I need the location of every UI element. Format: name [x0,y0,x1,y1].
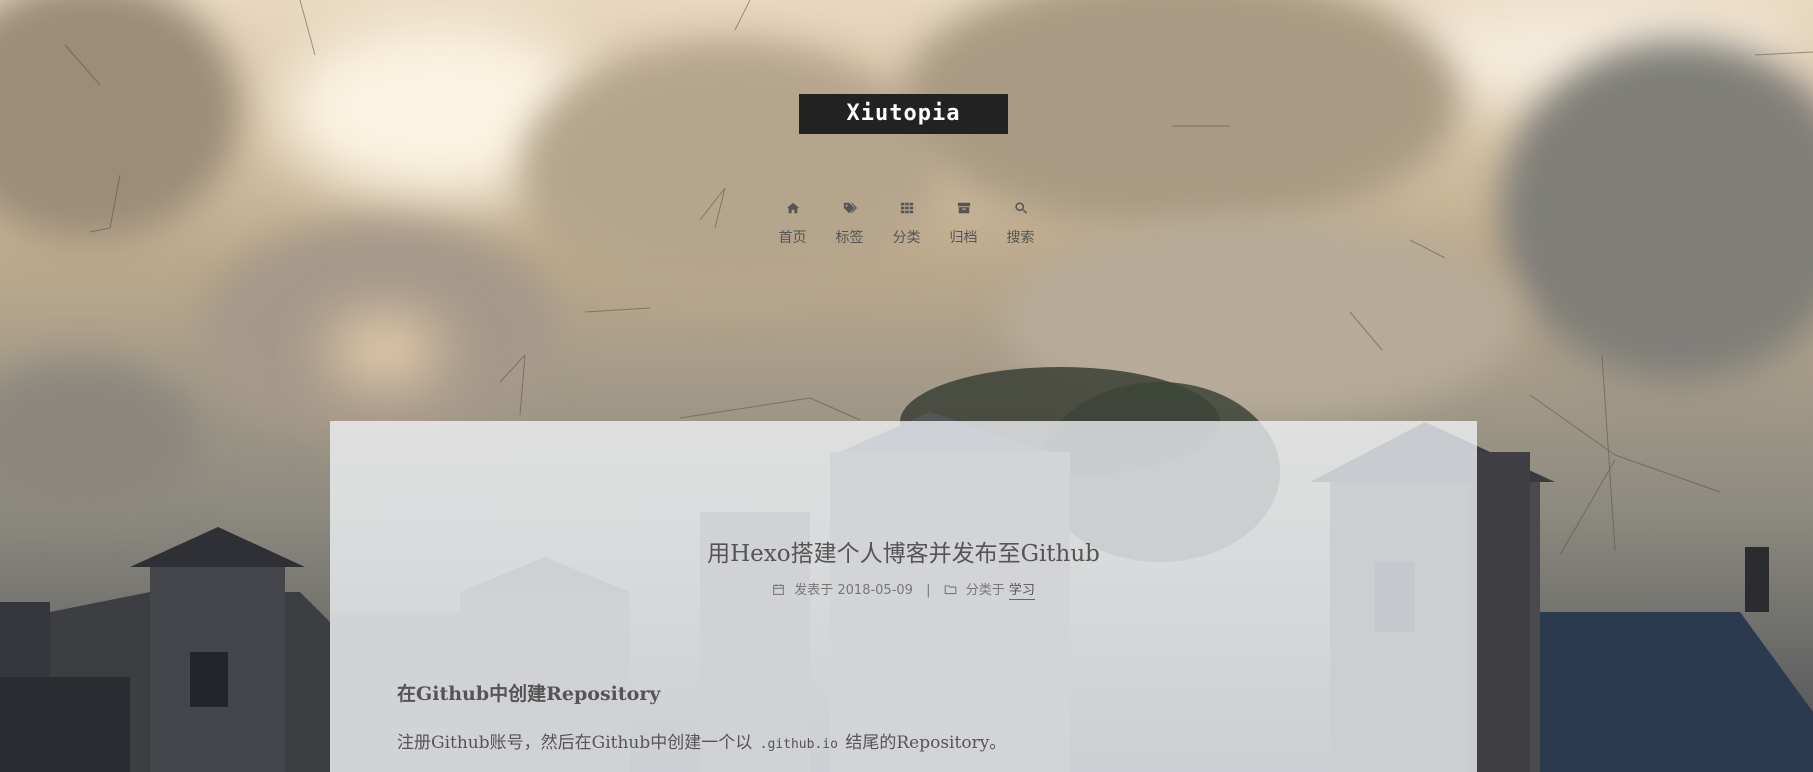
category-label: 分类于 [965,583,1005,598]
menu-item-label: 分类 [892,230,921,246]
menu-item-tags[interactable]: 标签 [821,201,878,247]
paragraph-text-after: 结尾的Repository。 [845,733,1007,753]
menu-item-label: 标签 [835,230,864,246]
menu-item-label: 搜索 [1006,230,1035,246]
site-title[interactable]: Xiutopia [799,94,1008,134]
category-link[interactable]: 学习 [1008,583,1035,600]
menu-item-search[interactable]: 搜索 [992,201,1049,247]
post-body: 在Github中创建Repository 注册Github账号，然后在Githu… [397,679,1397,753]
tags-icon [821,201,878,219]
inline-code: .github.io [759,737,838,752]
post-paragraph: 注册Github账号，然后在Github中创建一个以 .github.io 结尾… [397,728,1397,753]
paragraph-text-before: 注册Github账号，然后在Github中创建一个以 [397,733,753,753]
section-heading: 在Github中创建Repository [397,683,661,705]
search-icon [992,201,1049,219]
menu-item-home[interactable]: 首页 [764,201,821,247]
menu-item-archives[interactable]: 归档 [935,201,992,247]
published-label: 发表于 [794,583,834,598]
post-title[interactable]: 用Hexo搭建个人博客并发布至Github [330,534,1477,568]
archive-icon [935,201,992,219]
menu-item-categories[interactable]: 分类 [878,201,935,247]
main-menu: 首页 标签 分类 归档 搜索 [0,201,1813,247]
post-date: 2018-05-09 [837,583,913,598]
menu-item-label: 归档 [949,230,978,246]
home-icon [764,201,821,219]
post-card: 用Hexo搭建个人博客并发布至Github 发表于 2018-05-09 | 分… [330,421,1477,772]
post-meta: 发表于 2018-05-09 | 分类于 学习 [330,579,1477,600]
folder-icon [944,583,966,598]
menu-item-label: 首页 [778,230,807,246]
calendar-icon [772,583,794,598]
meta-divider: | [926,583,931,598]
th-icon [878,201,935,219]
